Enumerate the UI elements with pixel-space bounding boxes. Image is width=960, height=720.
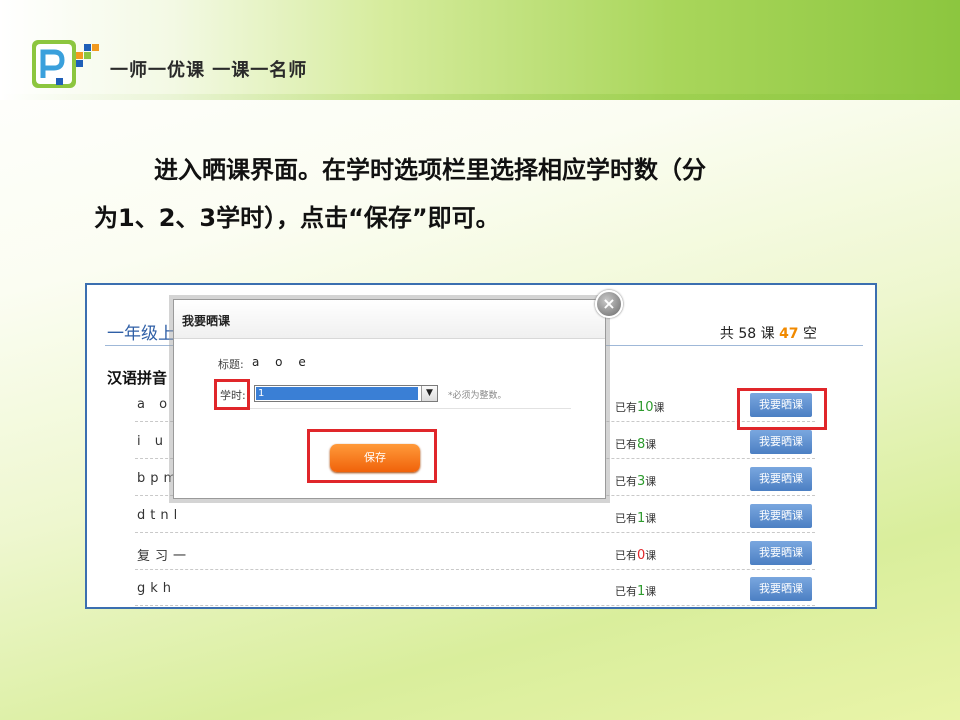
- lesson-count: 已有1课: [615, 511, 657, 526]
- logo-icon: [32, 40, 99, 88]
- instruction-text: 进入晒课界面。在学时选项栏里选择相应学时数（分 为1、2、3学时），点击“保存”…: [94, 146, 904, 242]
- highlight-box-save-button: [307, 429, 437, 483]
- unit-title: 汉语拼音: [107, 369, 168, 387]
- share-lesson-button[interactable]: 我要晒课: [750, 467, 812, 491]
- hours-hint: *必须为整数。: [448, 391, 507, 401]
- totals-suffix: 空: [803, 326, 817, 342]
- lesson-name: a o: [137, 397, 173, 412]
- totals-prefix: 共 58 课: [719, 326, 775, 342]
- header-band: [0, 0, 960, 100]
- title-value: a o e: [252, 355, 312, 369]
- instruction-line-1: 进入晒课界面。在学时选项栏里选择相应学时数（分: [154, 156, 706, 184]
- lesson-name: dtnl: [137, 508, 183, 523]
- table-row: 复习一 已有0课 我要晒课: [135, 539, 815, 570]
- lesson-count: 已有8课: [615, 437, 657, 452]
- divider: [214, 408, 571, 409]
- lesson-count: 已有10课: [615, 400, 665, 415]
- dialog-title: 我要晒课: [182, 314, 231, 328]
- share-lesson-button[interactable]: 我要晒课: [750, 504, 812, 528]
- lesson-totals: 共 58 课 47 空: [720, 323, 817, 343]
- share-lesson-button[interactable]: 我要晒课: [750, 577, 812, 601]
- lesson-name: 复习一: [137, 549, 192, 564]
- lesson-name: gkh: [137, 581, 177, 596]
- table-row: dtnl 已有1课 我要晒课: [135, 502, 815, 533]
- lesson-count: 已有1课: [615, 584, 657, 599]
- grade-title: 一年级上: [107, 324, 175, 344]
- highlight-box-hours-label: [214, 379, 250, 410]
- instruction-line-2: 为1、2、3学时），点击“保存”即可。: [94, 204, 500, 232]
- logo-text: 一师一优课 一课一名师: [110, 60, 308, 81]
- totals-number: 47: [779, 326, 799, 342]
- share-lesson-button[interactable]: 我要晒课: [750, 541, 812, 565]
- share-lesson-dialog: 我要晒课 × 标题: a o e 学时: 1 ▼ *必须为整数。 保存: [173, 290, 623, 499]
- embedded-screenshot: 一年级上 共 58 课 47 空 汉语拼音 a o 已有10课 我要晒课 i u…: [85, 283, 877, 609]
- title-label: 标题:: [218, 358, 244, 371]
- lesson-count: 已有0课: [615, 548, 657, 563]
- hours-select[interactable]: 1 ▼: [254, 385, 438, 402]
- lesson-count: 已有3课: [615, 474, 657, 489]
- share-lesson-button[interactable]: 我要晒课: [750, 430, 812, 454]
- lesson-name: i u: [137, 434, 168, 449]
- hours-select-value: 1: [256, 387, 418, 400]
- table-row: gkh 已有1课 我要晒课: [135, 575, 815, 606]
- close-icon[interactable]: ×: [595, 290, 623, 318]
- chevron-down-icon[interactable]: ▼: [421, 386, 437, 401]
- dialog-header: 我要晒课: [174, 300, 605, 339]
- highlight-box-share-button: [737, 388, 827, 430]
